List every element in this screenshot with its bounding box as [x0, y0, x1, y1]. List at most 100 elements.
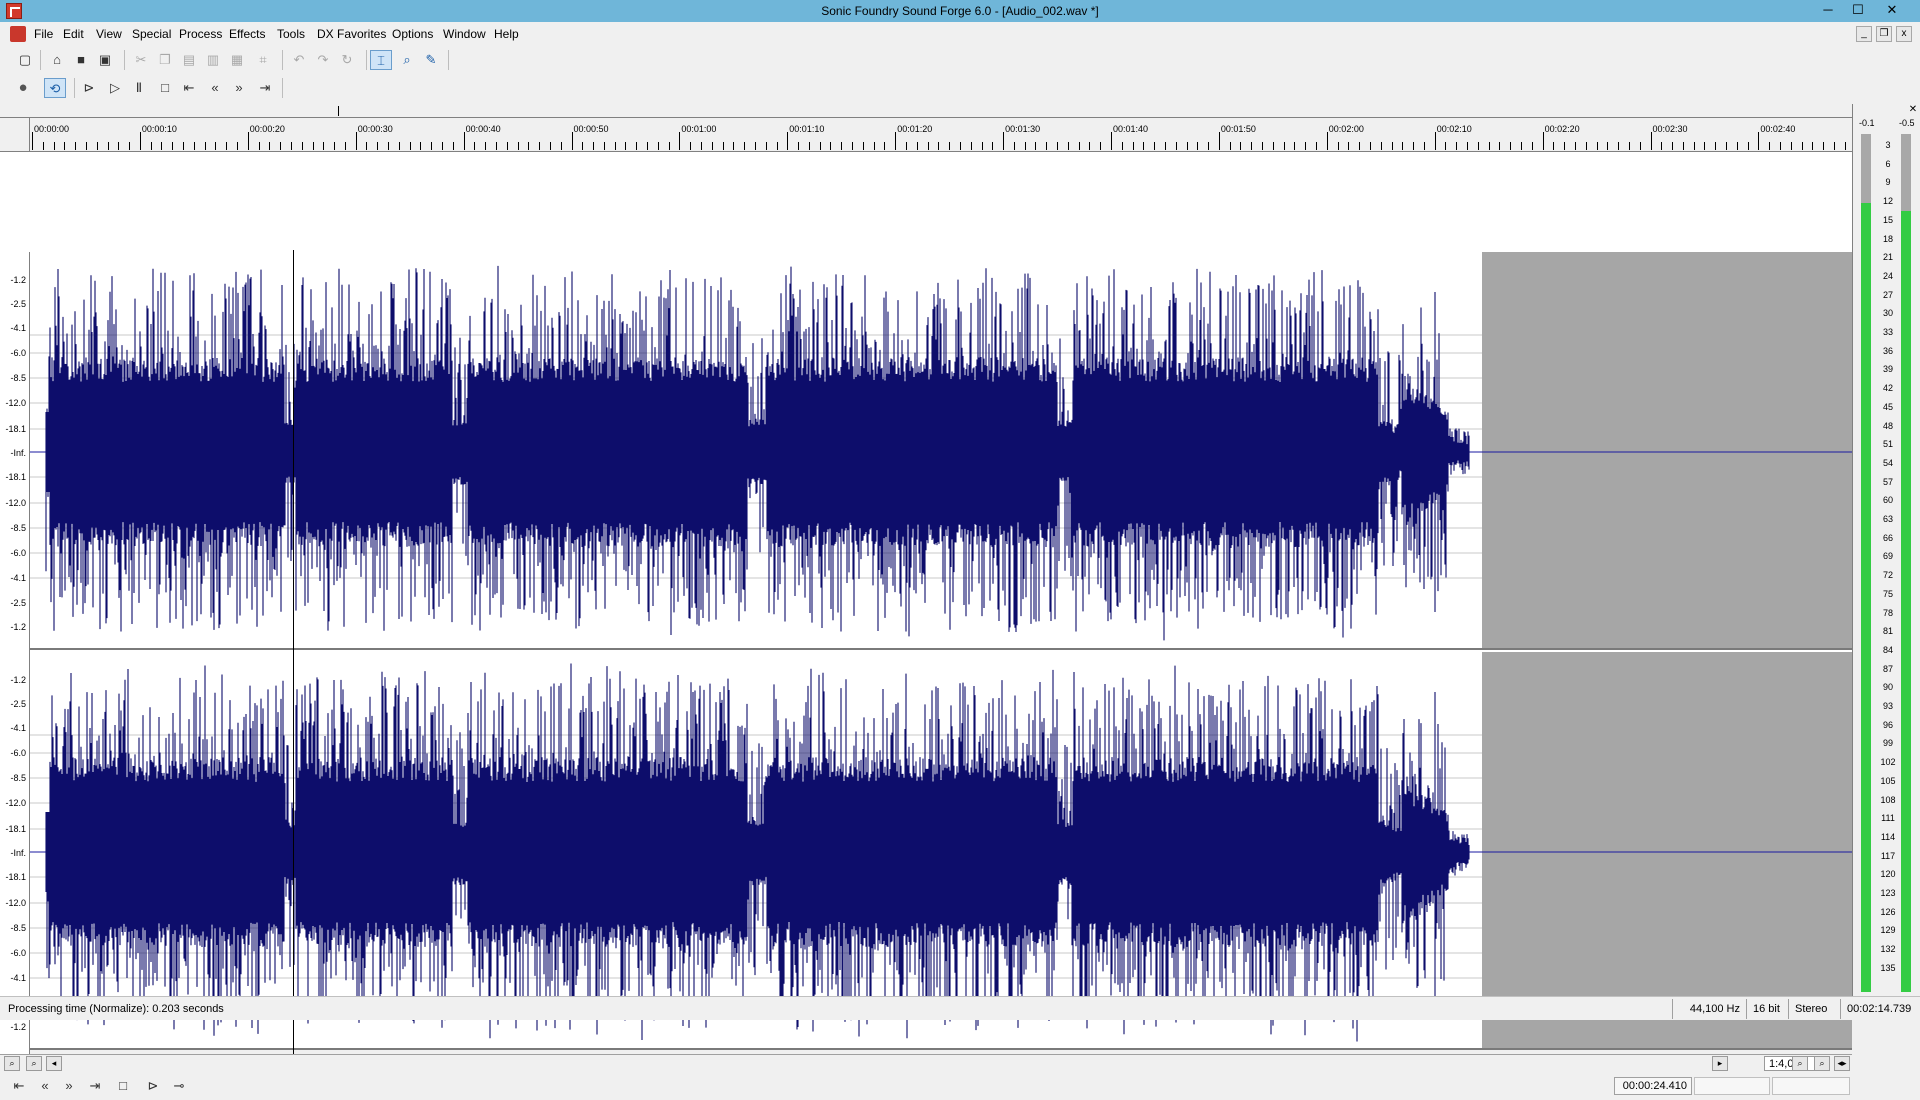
- meter-scale-label: 27: [1882, 289, 1893, 300]
- channel-left[interactable]: [30, 252, 1852, 650]
- menu-window[interactable]: Window: [443, 27, 486, 41]
- repeat-icon[interactable]: ↻: [336, 50, 358, 70]
- crop-icon[interactable]: ⌗: [252, 50, 274, 70]
- play-normal-icon[interactable]: ⊳: [142, 1076, 164, 1096]
- scroll-right-icon[interactable]: ▸: [1712, 1056, 1728, 1071]
- scroll-left-icon[interactable]: ◂: [46, 1056, 62, 1071]
- menu-special[interactable]: Special: [132, 27, 171, 41]
- mdi-minimize-button[interactable]: _: [1856, 26, 1872, 42]
- zoom-level-in-icon[interactable]: ⌕: [1792, 1056, 1808, 1071]
- menu-process[interactable]: Process: [179, 27, 222, 41]
- waveform-right[interactable]: [30, 652, 1852, 1050]
- save-icon[interactable]: ■: [70, 50, 92, 70]
- standard-toolbar: ▢ ⌂ ■ ▣ ✂ ❐ ▤ ▥ ▦ ⌗ ↶ ↷ ↻ ⌶ ⌕ ✎: [0, 46, 1920, 74]
- paste-special-icon[interactable]: ▥: [202, 50, 224, 70]
- ruler-label: 00:00:20: [249, 124, 285, 134]
- forward-icon[interactable]: »: [228, 78, 250, 98]
- edit-tool-icon[interactable]: ⌶: [370, 50, 392, 70]
- document-icon[interactable]: [10, 26, 26, 42]
- ruler-label: 00:02:00: [1328, 124, 1364, 134]
- play-icon[interactable]: ▷: [104, 78, 126, 98]
- meter-scale-label: 102: [1880, 757, 1896, 768]
- go-to-start-icon[interactable]: ⇤: [8, 1076, 30, 1096]
- record-icon[interactable]: ●: [12, 78, 34, 98]
- menu-options[interactable]: Options: [392, 27, 433, 41]
- cut-icon[interactable]: ✂: [130, 50, 152, 70]
- meter-scale-label: 3: [1885, 140, 1891, 150]
- zoom-level-out-icon[interactable]: ⌕: [1814, 1056, 1830, 1071]
- play-all-icon[interactable]: ⊳: [78, 78, 100, 98]
- db-label: -8.5: [10, 923, 26, 933]
- go-to-end-icon[interactable]: ⇥: [254, 78, 276, 98]
- ruler-label: 00:01:50: [1220, 124, 1256, 134]
- pencil-tool-icon[interactable]: ✎: [420, 50, 442, 70]
- playback-cursor[interactable]: [293, 250, 294, 1054]
- waveform-left[interactable]: [30, 252, 1852, 650]
- channel-right[interactable]: [30, 652, 1852, 1050]
- waveform-display[interactable]: [30, 252, 1852, 1054]
- menu-effects[interactable]: Effects: [229, 27, 265, 41]
- mdi-close-button[interactable]: x: [1896, 26, 1912, 42]
- meter-scale-label: 9: [1885, 177, 1891, 188]
- ruler-label: 00:01:40: [1113, 124, 1149, 134]
- ruler-label: 00:02:40: [1760, 124, 1796, 134]
- new-icon[interactable]: ▢: [14, 50, 36, 70]
- horizontal-scrollbar[interactable]: ⌕ ⌕ ◂ ▸ 1:4,096 ⌕ ⌕ ◂▸: [0, 1054, 1852, 1072]
- rewind-icon[interactable]: «: [204, 78, 226, 98]
- close-button[interactable]: ✕: [1878, 2, 1906, 18]
- menu-view[interactable]: View: [96, 27, 122, 41]
- maximize-button[interactable]: ☐: [1844, 2, 1872, 18]
- data-window-transport: ⇤ « » ⇥ □ ⊳ ⊸ 00:00:24.410: [0, 1072, 1852, 1100]
- zoom-out-icon[interactable]: ⌕: [4, 1056, 20, 1071]
- db-label: -8.5: [10, 773, 26, 783]
- db-label: -2.5: [10, 699, 26, 709]
- db-label: -6.0: [10, 948, 26, 958]
- save-as-icon[interactable]: ▣: [94, 50, 116, 70]
- play-plugin-chainer-icon[interactable]: ⊸: [168, 1076, 190, 1096]
- pause-icon[interactable]: Ⅱ: [128, 78, 150, 98]
- meter-bar-right: [1901, 134, 1911, 992]
- menu-help[interactable]: Help: [494, 27, 519, 41]
- zoom-in-icon[interactable]: ⌕: [26, 1056, 42, 1071]
- status-sample-rate[interactable]: 44,100 Hz: [1672, 999, 1746, 1019]
- status-bit-depth[interactable]: 16 bit: [1746, 999, 1788, 1019]
- open-icon[interactable]: ⌂: [46, 50, 68, 70]
- stop-icon[interactable]: □: [154, 78, 176, 98]
- redo-icon[interactable]: ↷: [312, 50, 334, 70]
- meter-scale-label: 48: [1882, 420, 1893, 431]
- zoom-fit-icon[interactable]: ◂▸: [1834, 1056, 1850, 1071]
- meter-fill-right: [1901, 211, 1911, 992]
- meter-scale-label: 24: [1882, 270, 1893, 281]
- go-to-end-icon[interactable]: ⇥: [84, 1076, 106, 1096]
- copy-icon[interactable]: ❐: [154, 50, 176, 70]
- menu-edit[interactable]: Edit: [63, 27, 84, 41]
- meter-scale-label: 69: [1882, 551, 1893, 562]
- rewind-icon[interactable]: «: [34, 1076, 56, 1096]
- mix-icon[interactable]: ▦: [226, 50, 248, 70]
- menu-tools[interactable]: Tools: [277, 27, 305, 41]
- meter-scale-label: 108: [1880, 794, 1896, 805]
- ruler-label: 00:01:10: [789, 124, 825, 134]
- loop-icon[interactable]: ⟲: [44, 78, 66, 98]
- overview-bar[interactable]: [0, 104, 1852, 118]
- stop-icon[interactable]: □: [112, 1076, 134, 1096]
- mdi-restore-button[interactable]: ❐: [1876, 26, 1892, 42]
- title-bar: Sonic Foundry Sound Forge 6.0 - [Audio_0…: [0, 0, 1920, 22]
- minimize-button[interactable]: ─: [1814, 2, 1842, 18]
- go-to-start-icon[interactable]: ⇤: [178, 78, 200, 98]
- menu-file[interactable]: File: [34, 27, 53, 41]
- magnify-tool-icon[interactable]: ⌕: [396, 50, 418, 70]
- db-label: -12.0: [5, 798, 26, 808]
- undo-icon[interactable]: ↶: [288, 50, 310, 70]
- meter-scale-label: 60: [1882, 495, 1893, 506]
- meter-scale-label: 132: [1880, 944, 1896, 955]
- time-ruler[interactable]: 00:00:00 00:00:10 00:00:20 00:00:30 00:00:40…: [30, 118, 1857, 152]
- overview-position-marker[interactable]: [338, 106, 339, 116]
- meter-close-icon[interactable]: ✕: [1907, 104, 1919, 116]
- paste-icon[interactable]: ▤: [178, 50, 200, 70]
- menu-dx-favorites[interactable]: DX Favorites: [317, 27, 386, 41]
- db-label: -2.5: [10, 299, 26, 309]
- forward-icon[interactable]: »: [58, 1076, 80, 1096]
- status-channels[interactable]: Stereo: [1788, 999, 1840, 1019]
- meter-scale-label: 96: [1882, 719, 1893, 730]
